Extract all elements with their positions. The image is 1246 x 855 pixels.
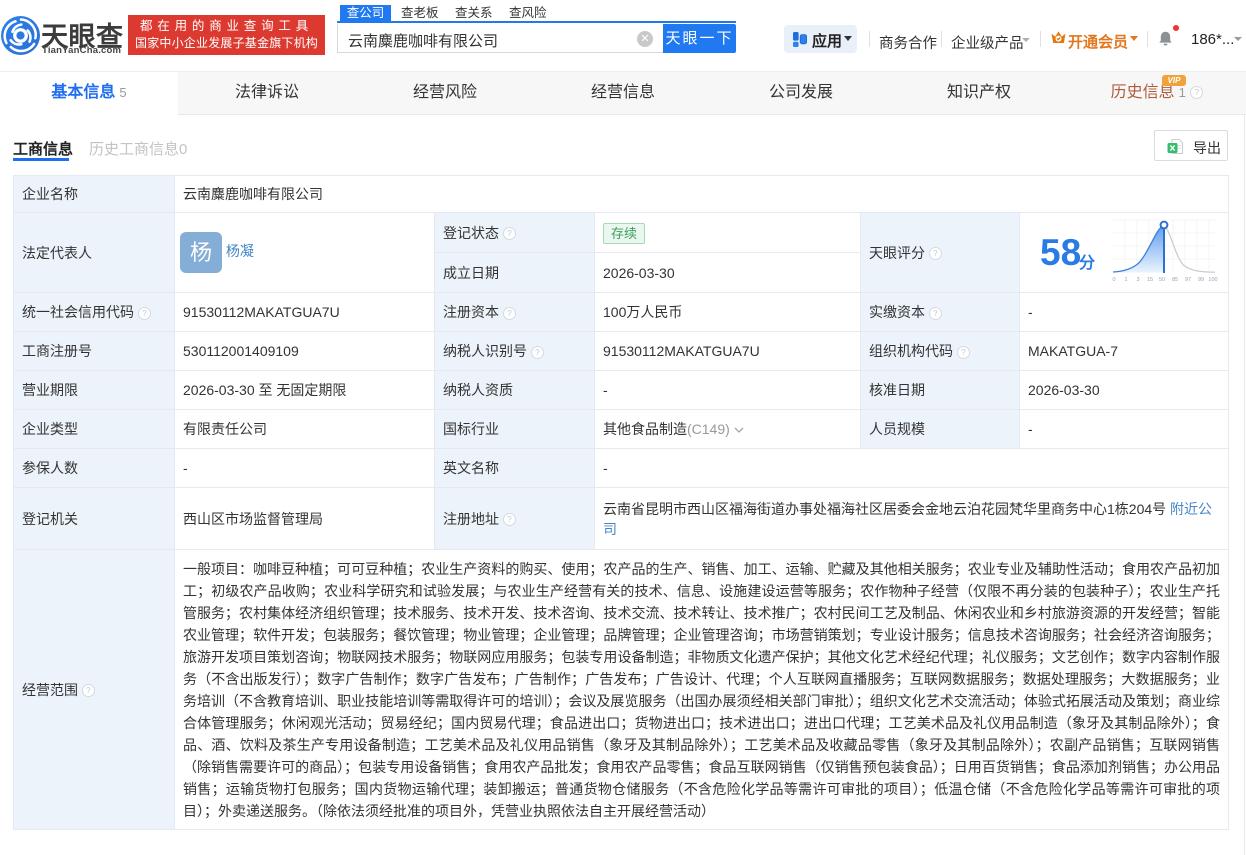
svg-text:50: 50 — [1159, 277, 1165, 283]
svg-text:0: 0 — [1112, 277, 1115, 283]
svg-text:100: 100 — [1208, 277, 1217, 283]
svg-text:1: 1 — [1124, 277, 1127, 283]
svg-text:85: 85 — [1172, 277, 1178, 283]
svg-text:97: 97 — [1185, 277, 1191, 283]
svg-text:3: 3 — [1136, 277, 1139, 283]
svg-text:99: 99 — [1198, 277, 1204, 283]
svg-text:15: 15 — [1147, 277, 1153, 283]
